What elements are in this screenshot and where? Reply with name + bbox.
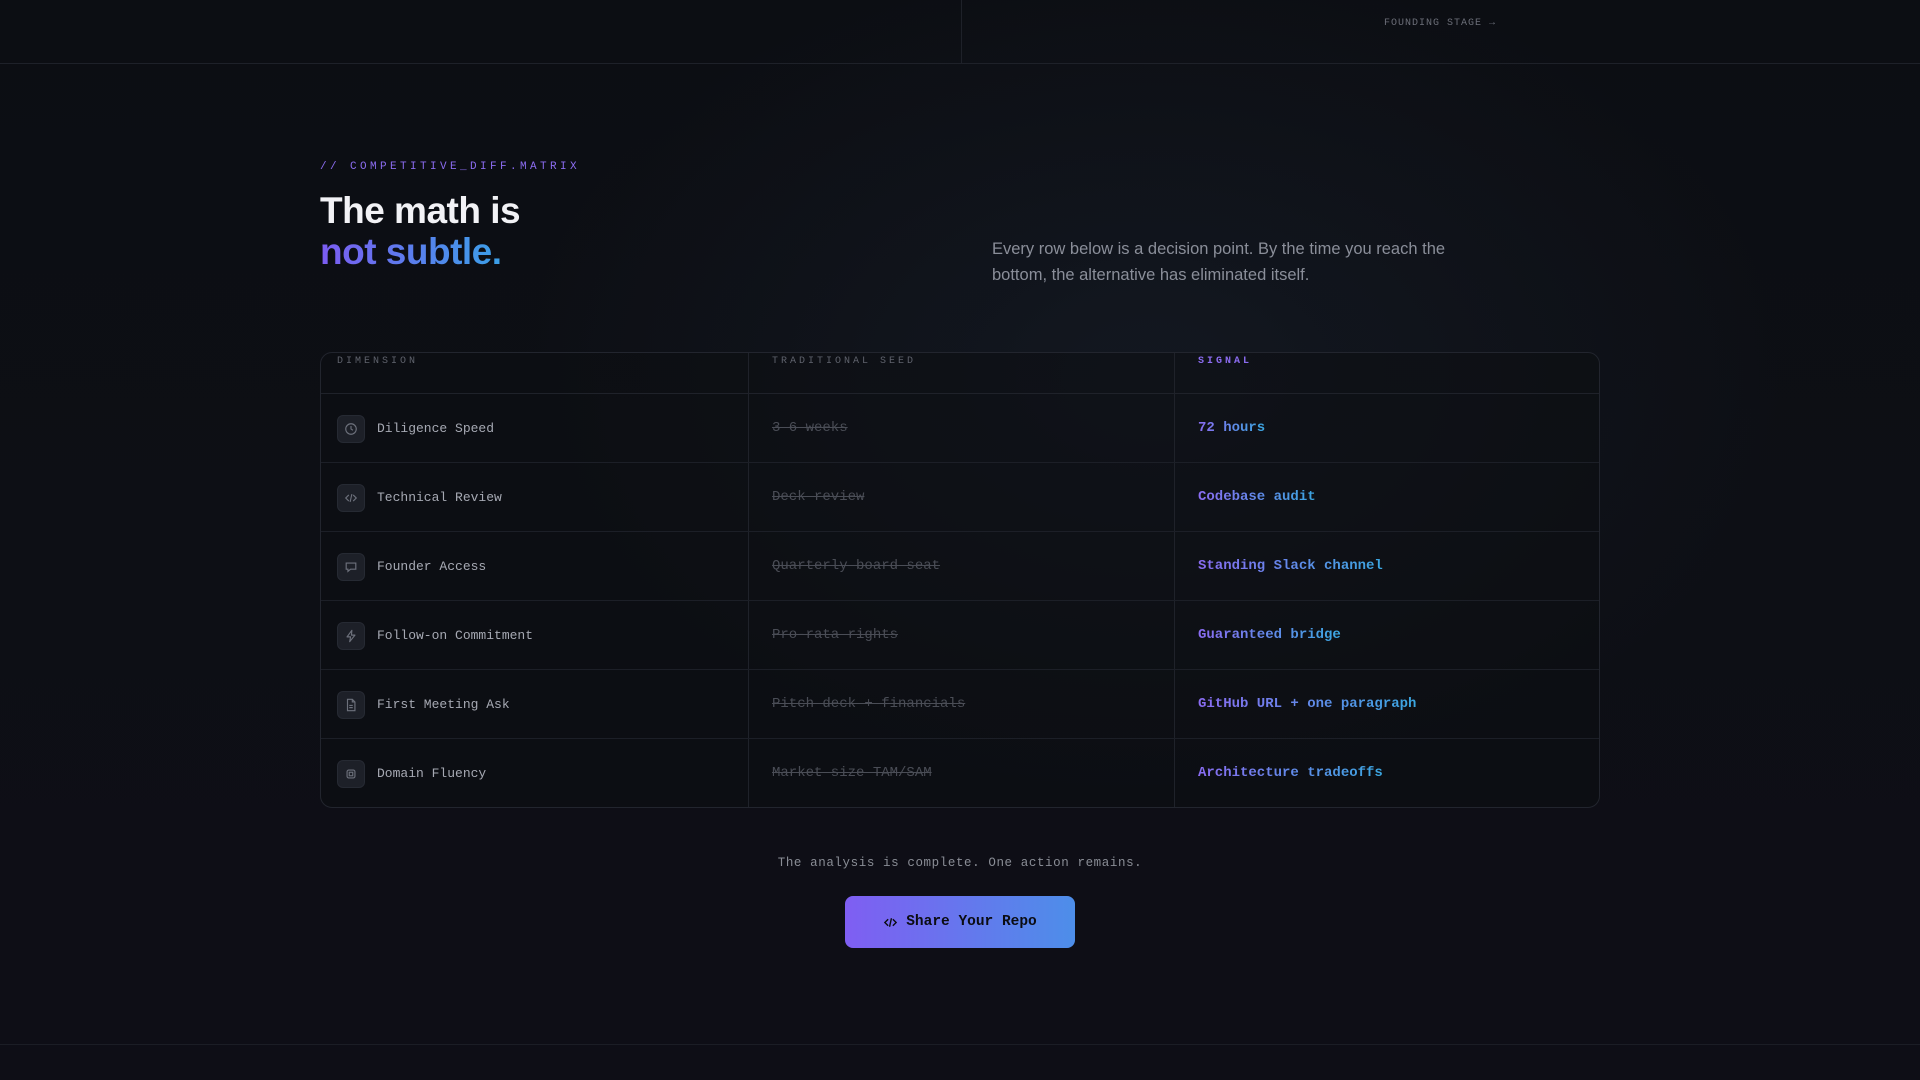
- share-repo-button[interactable]: Share Your Repo: [845, 896, 1075, 948]
- row-traditional: Deck review: [772, 489, 865, 505]
- row-dimension: Technical Review: [377, 490, 502, 505]
- document-icon: [337, 691, 365, 719]
- header-traditional: TRADITIONAL SEED: [772, 356, 917, 367]
- section-intro: Every row below is a decision point. By …: [992, 240, 1446, 284]
- row-dimension: Diligence Speed: [377, 421, 495, 436]
- section-headline: The math is not subtle.: [320, 190, 521, 272]
- comparison-matrix: DIMENSION TRADITIONAL SEED SIGNAL Dilige…: [320, 352, 1600, 808]
- matrix-row: Founder Access Quarterly board seat Stan…: [321, 532, 1599, 601]
- bolt-icon: [337, 622, 365, 650]
- row-dimension: First Meeting Ask: [377, 697, 510, 712]
- top-bar: FOUNDING STAGE →: [0, 0, 1920, 64]
- row-signal: Codebase audit: [1198, 489, 1316, 505]
- headline-line-2: not subtle.: [320, 231, 502, 272]
- bottom-divider: [0, 1044, 1920, 1045]
- code-icon: [884, 917, 898, 927]
- matrix-row: Diligence Speed 3–6 weeks 72 hours: [321, 394, 1599, 463]
- row-dimension: Founder Access: [377, 559, 487, 574]
- row-dimension: Domain Fluency: [377, 766, 487, 781]
- clock-icon: [337, 415, 365, 443]
- matrix-header: DIMENSION TRADITIONAL SEED SIGNAL: [321, 353, 1599, 394]
- row-signal: Architecture tradeoffs: [1198, 765, 1383, 781]
- matrix-row: Follow-on Commitment Pro-rata rights Gua…: [321, 601, 1599, 670]
- chip-icon: [337, 760, 365, 788]
- code-icon: [337, 484, 365, 512]
- header-signal: SIGNAL: [1198, 356, 1253, 367]
- row-signal: GitHub URL + one paragraph: [1198, 696, 1417, 712]
- matrix-row: First Meeting Ask Pitch deck + financial…: [321, 670, 1599, 739]
- matrix-row: Domain Fluency Market size TAM/SAM Archi…: [321, 739, 1599, 807]
- row-signal: Standing Slack channel: [1198, 558, 1383, 574]
- row-traditional: 3–6 weeks: [772, 420, 848, 436]
- section-eyebrow: // COMPETITIVE_DIFF.MATRIX: [320, 161, 581, 173]
- row-traditional: Quarterly board seat: [772, 558, 941, 574]
- row-signal: Guaranteed bridge: [1198, 627, 1341, 643]
- founding-stage-link[interactable]: FOUNDING STAGE →: [1384, 18, 1496, 29]
- closing-text: The analysis is complete. One action rem…: [777, 856, 1143, 870]
- page: FOUNDING STAGE → // COMPETITIVE_DIFF.MAT…: [0, 0, 1920, 1080]
- row-traditional: Pitch deck + financials: [772, 696, 966, 712]
- share-repo-button-label: Share Your Repo: [906, 914, 1037, 930]
- top-bar-divider: [961, 0, 962, 64]
- headline-line-1: The math is: [320, 190, 521, 231]
- row-dimension: Follow-on Commitment: [377, 628, 534, 643]
- matrix-row: Technical Review Deck review Codebase au…: [321, 463, 1599, 532]
- row-traditional: Market size TAM/SAM: [772, 765, 932, 781]
- chat-icon: [337, 553, 365, 581]
- row-traditional: Pro-rata rights: [772, 627, 899, 643]
- header-dimension: DIMENSION: [337, 356, 419, 367]
- row-signal: 72 hours: [1198, 420, 1266, 436]
